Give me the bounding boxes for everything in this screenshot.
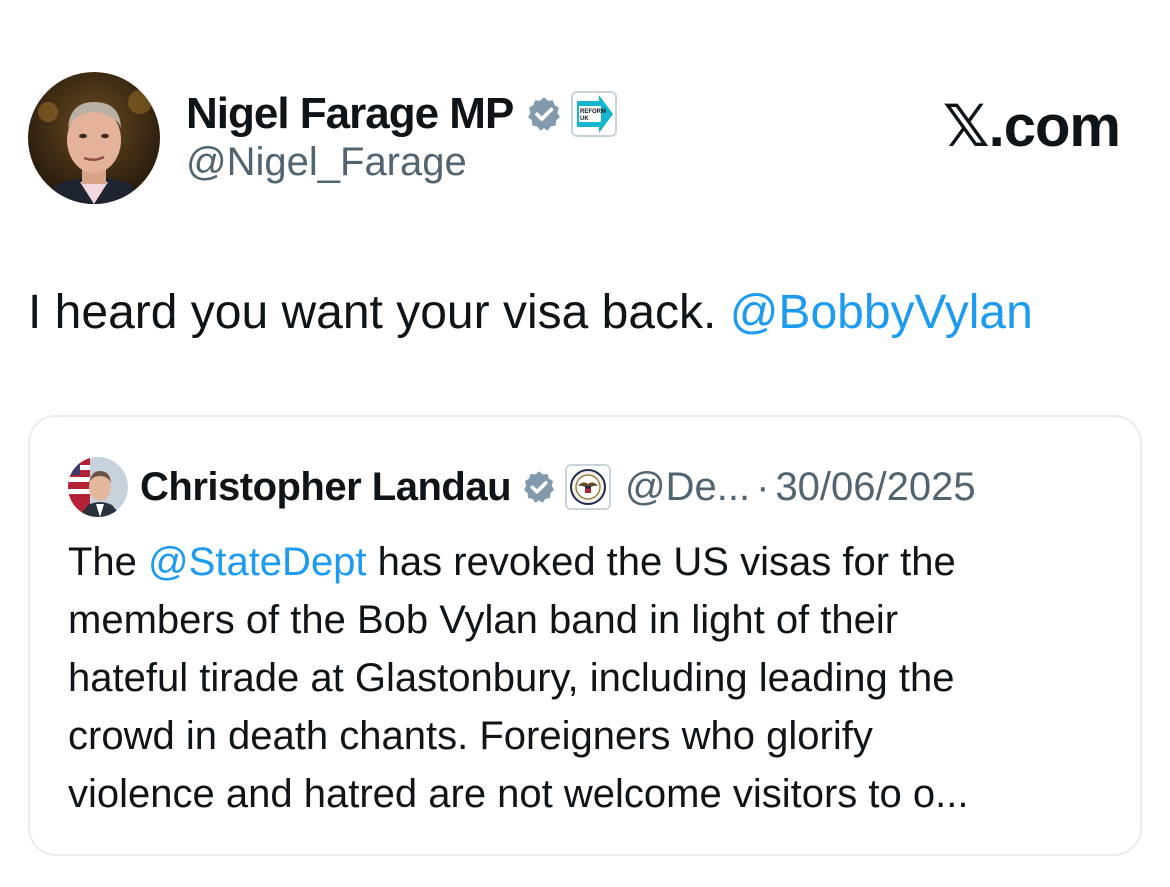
author-handle[interactable]: @Nigel_Farage — [186, 140, 467, 185]
tweet-body: I heard you want your visa back. — [28, 286, 730, 339]
quoted-text-line: The @StateDept has revoked the US visas … — [68, 533, 1108, 591]
verified-badge-icon — [525, 95, 563, 133]
author-display-name[interactable]: Nigel Farage MP — [186, 89, 514, 139]
quoted-author-handle[interactable]: @De... — [625, 465, 750, 510]
quoted-tweet-date[interactable]: 30/06/2025 — [775, 465, 975, 510]
quoted-text-fragment: The — [68, 540, 149, 584]
quoted-tweet-card[interactable]: Christopher Landau @De... · 30/06/2025 T… — [28, 415, 1142, 856]
quoted-mention-link[interactable]: @StateDept — [148, 540, 367, 584]
author-avatar[interactable] — [28, 72, 160, 204]
reform-uk-badge-icon[interactable]: REFORM UK — [571, 91, 618, 137]
quoted-author-display-name[interactable]: Christopher Landau — [140, 465, 512, 510]
quoted-verified-badge-icon — [521, 469, 557, 505]
quoted-tweet-header: Christopher Landau @De... · 30/06/2025 — [68, 457, 976, 517]
tweet-mention-link[interactable]: @BobbyVylan — [730, 286, 1033, 339]
quoted-text-line: violence and hatred are not welcome visi… — [68, 772, 969, 816]
quoted-tweet-text: The @StateDept has revoked the US visas … — [68, 533, 1108, 823]
quoted-text-fragment: has revoked the US visas for the — [366, 540, 956, 584]
quoted-text-line: hateful tirade at Glastonbury, including… — [68, 656, 955, 700]
tweet-text: I heard you want your visa back. @BobbyV… — [28, 282, 1138, 344]
site-label: 𝕏.com — [942, 94, 1121, 159]
quoted-text-line: crowd in death chants. Foreigners who gl… — [68, 714, 873, 758]
state-dept-seal-icon[interactable] — [565, 464, 612, 510]
quoted-author-avatar[interactable] — [68, 457, 128, 517]
svg-text:REFORM: REFORM — [580, 109, 606, 115]
author-name-row: Nigel Farage MP REFORM UK — [186, 84, 618, 144]
svg-text:UK: UK — [580, 116, 589, 122]
quoted-text-line: members of the Bob Vylan band in light o… — [68, 598, 899, 642]
quoted-separator: · — [756, 464, 770, 509]
author-avatar-image — [28, 72, 160, 204]
